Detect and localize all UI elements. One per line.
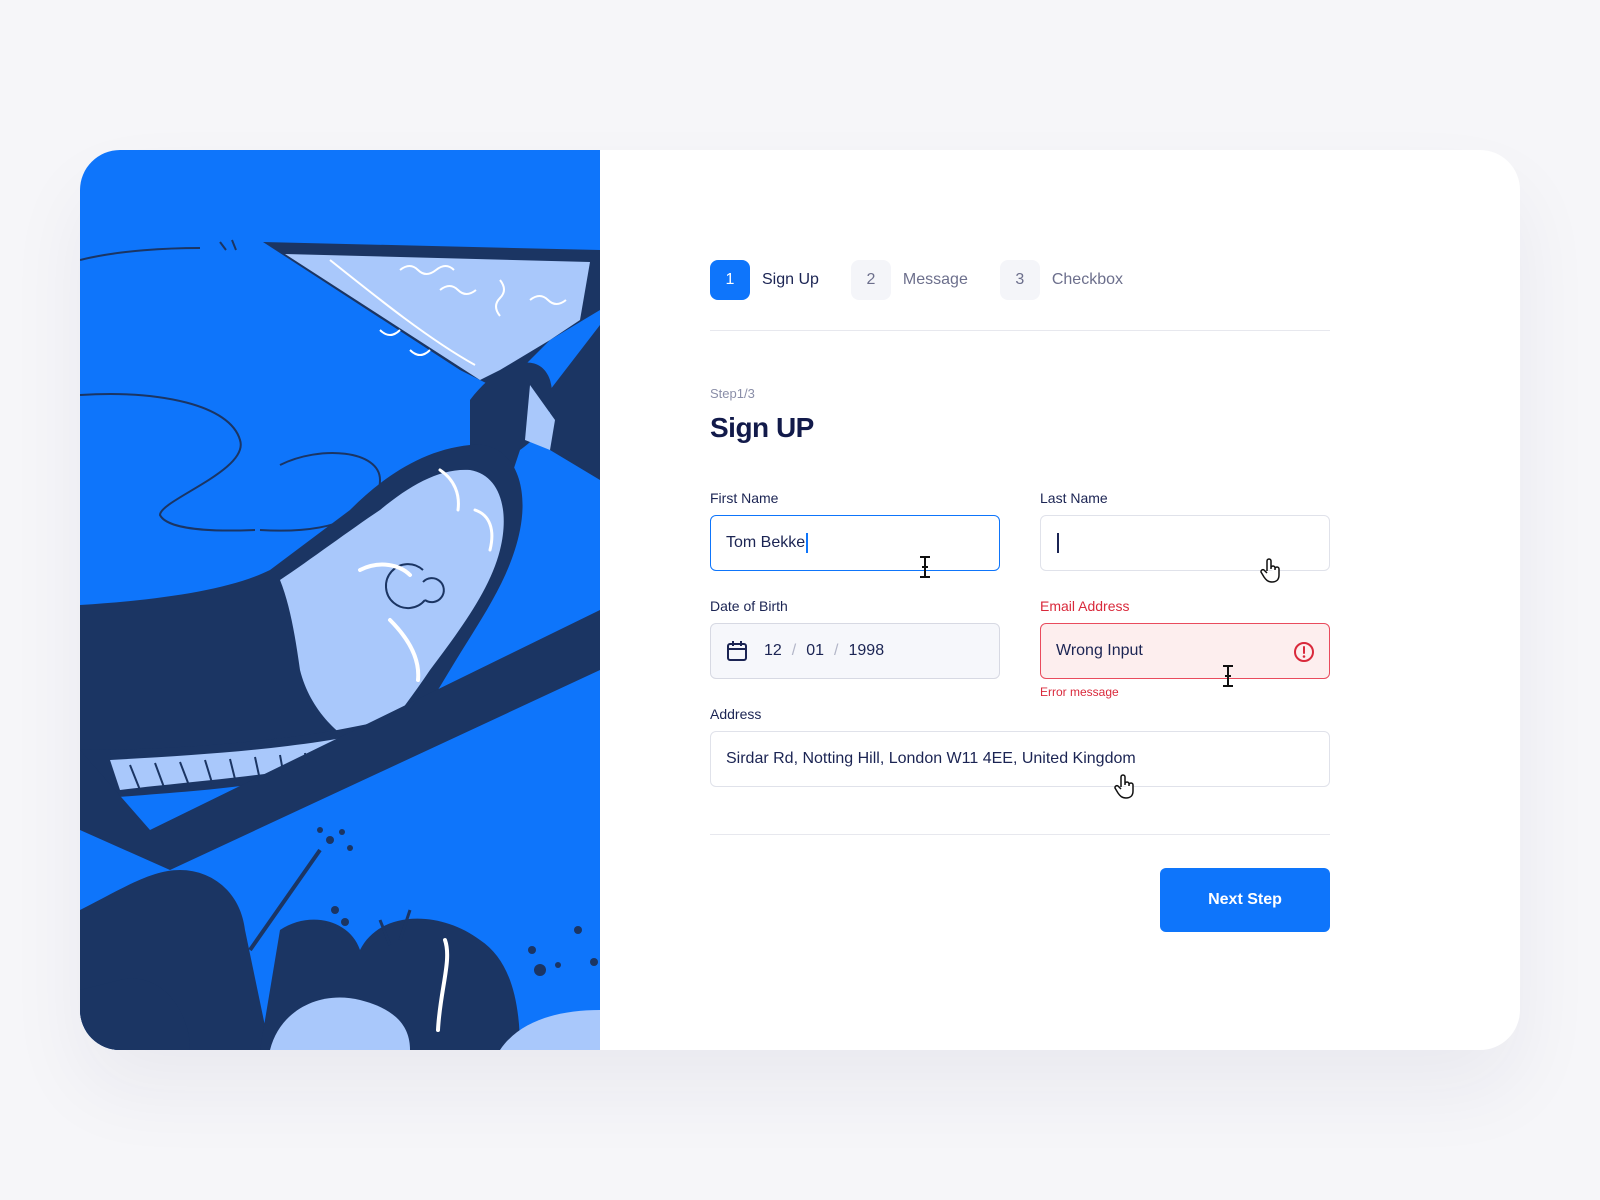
hand-with-paper-illustration — [80, 239, 600, 1050]
dob-separator: / — [834, 642, 839, 659]
last-name-input[interactable] — [1040, 515, 1330, 583]
first-name-group: First Name Tom Bekke — [710, 490, 1000, 578]
address-value: Sirdar Rd, Notting Hill, London W11 4EE,… — [726, 750, 1136, 767]
next-step-button[interactable]: Next Step — [1160, 868, 1330, 932]
hand-pointer-icon — [1113, 774, 1137, 800]
alert-circle-icon — [1293, 641, 1315, 663]
step-checkbox[interactable]: 3 Checkbox — [999, 260, 1123, 300]
email-label: Email Address — [1040, 598, 1130, 614]
step-number: 2 — [850, 260, 891, 300]
hero-illustration — [80, 150, 600, 1050]
dob-label: Date of Birth — [710, 598, 788, 614]
signup-form-panel: 1 Sign Up 2 Message 3 Checkbox Step1/3 S… — [710, 150, 1330, 1050]
email-group: Email Address Wrong Input Error message — [1040, 598, 1330, 699]
step-sign-up[interactable]: 1 Sign Up — [710, 260, 819, 300]
divider — [710, 330, 1330, 331]
dob-input[interactable]: 12 / 01 / 1998 — [710, 623, 1000, 679]
first-name-input[interactable]: Tom Bekke — [710, 515, 1000, 578]
dob-month: 01 — [806, 642, 825, 659]
text-caret — [806, 533, 808, 553]
address-group: Address Sirdar Rd, Notting Hill, London … — [710, 706, 1330, 799]
step-label: Checkbox — [1051, 271, 1123, 288]
first-name-value: Tom Bekke — [726, 534, 806, 551]
email-input[interactable]: Wrong Input — [1040, 623, 1330, 687]
step-message[interactable]: 2 Message — [850, 260, 968, 300]
email-error-message: Error message — [1040, 685, 1119, 699]
text-cursor-icon — [918, 555, 932, 579]
text-caret — [1057, 533, 1059, 553]
first-name-label: First Name — [710, 490, 779, 506]
step-number: 3 — [999, 260, 1040, 300]
step-counter: Step1/3 — [710, 386, 755, 401]
hand-pointer-icon — [1259, 558, 1283, 584]
step-number: 1 — [710, 260, 750, 300]
form-title: Sign UP — [710, 412, 814, 443]
last-name-group: Last Name — [1040, 490, 1330, 583]
last-name-label: Last Name — [1040, 490, 1108, 506]
signup-card: 1 Sign Up 2 Message 3 Checkbox Step1/3 S… — [80, 150, 1520, 1050]
email-value: Wrong Input — [1056, 642, 1143, 659]
address-label: Address — [710, 706, 762, 722]
divider — [710, 834, 1330, 835]
step-label: Message — [902, 271, 968, 288]
address-input[interactable]: Sirdar Rd, Notting Hill, London W11 4EE,… — [710, 731, 1330, 799]
dob-separator: / — [791, 642, 797, 659]
stepper: 1 Sign Up 2 Message 3 Checkbox — [710, 260, 1155, 300]
dob-year: 1998 — [848, 642, 885, 659]
dob-group: Date of Birth 12 / 01 / 1998 — [710, 598, 1000, 679]
calendar-icon[interactable] — [726, 640, 748, 662]
step-label: Sign Up — [762, 271, 819, 288]
text-cursor-icon — [1221, 664, 1235, 688]
dob-day: 12 — [764, 642, 782, 659]
